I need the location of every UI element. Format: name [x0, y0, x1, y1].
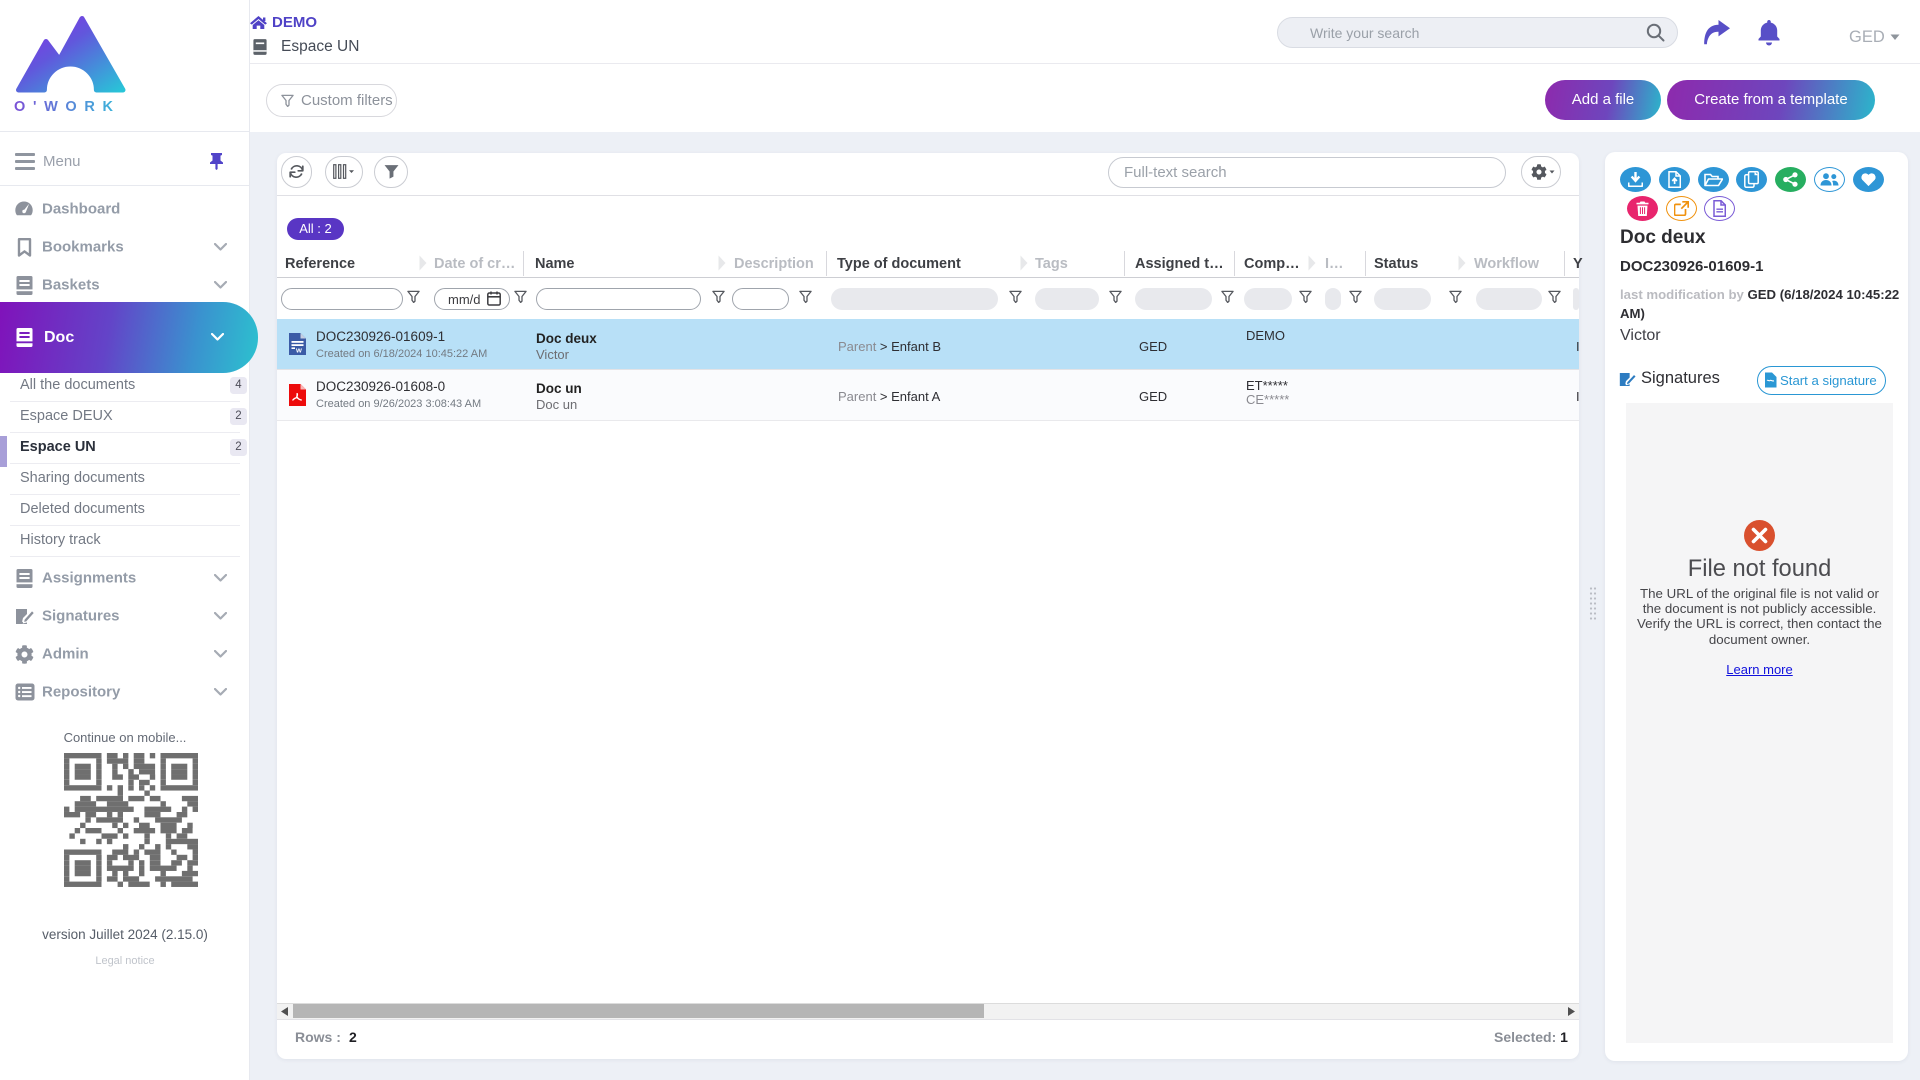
- svg-text:w: w: [295, 346, 302, 355]
- svg-text:O'WORK: O'WORK: [14, 99, 120, 114]
